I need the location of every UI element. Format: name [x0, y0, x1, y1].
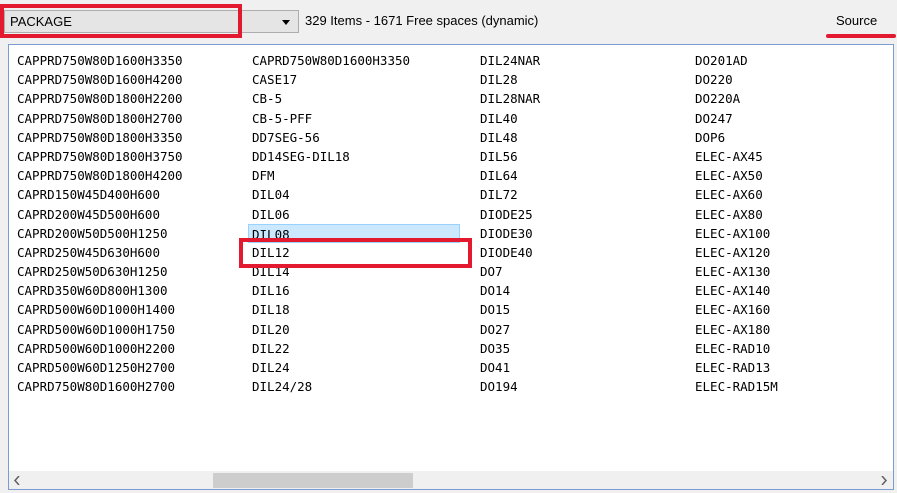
list-item[interactable]: DO194 [478, 377, 540, 396]
list-item[interactable]: CASE17 [250, 70, 460, 89]
list-item[interactable]: DO247 [693, 109, 778, 128]
list-item-selected[interactable]: DIL08 [248, 223, 460, 243]
category-dropdown-value: PACKAGE [10, 14, 72, 29]
list-item[interactable]: DIL56 [478, 147, 540, 166]
list-item[interactable]: DIL24 [250, 358, 460, 377]
list-item[interactable]: DIL18 [250, 300, 460, 319]
list-item[interactable]: DIL48 [478, 128, 540, 147]
source-underline-annotation [826, 34, 896, 38]
list-item[interactable]: CAPRD500W60D1000H1400 [15, 300, 183, 319]
list-item[interactable]: DIL64 [478, 166, 540, 185]
list-item[interactable]: DIODE25 [478, 205, 540, 224]
list-item[interactable]: ELEC-AX45 [693, 147, 778, 166]
source-button[interactable]: Source [836, 13, 877, 28]
list-item[interactable]: DIODE40 [478, 243, 540, 262]
list-item[interactable]: DIL04 [250, 185, 460, 204]
list-item[interactable]: CAPRD200W45D500H600 [15, 205, 183, 224]
list-item[interactable]: DIODE30 [478, 224, 540, 243]
list-item[interactable]: DO14 [478, 281, 540, 300]
list-item[interactable]: CAPRD750W80D1600H3350 [250, 51, 460, 70]
chevron-left-icon [14, 476, 20, 485]
list-item[interactable]: DIL22 [250, 339, 460, 358]
chevron-down-icon [282, 20, 290, 25]
list-item[interactable]: DIL14 [250, 262, 460, 281]
list-item[interactable]: DO27 [478, 320, 540, 339]
list-column-4: DO201AD DO220 DO220A DO247 DOP6 ELEC-AX45 ELEC… [693, 51, 778, 396]
list-item[interactable]: CAPPRD750W80D1800H2700 [15, 109, 183, 128]
list-item[interactable]: DO220 [693, 70, 778, 89]
list-item[interactable]: CB-5 [250, 89, 460, 108]
list-item[interactable]: CAPPRD750W80D1800H3750 [15, 147, 183, 166]
list-item[interactable]: ELEC-AX140 [693, 281, 778, 300]
list-item[interactable]: DFM [250, 166, 460, 185]
list-item[interactable]: CAPPRD750W80D1800H3350 [15, 128, 183, 147]
list-item[interactable]: CAPRD250W45D630H600 [15, 243, 183, 262]
list-item[interactable]: CAPPRD750W80D1600H4200 [15, 70, 183, 89]
list-item[interactable]: CAPPRD750W80D1800H2200 [15, 89, 183, 108]
scroll-left-button[interactable] [9, 472, 26, 489]
list-item[interactable]: ELEC-AX120 [693, 243, 778, 262]
list-item[interactable]: DIL28 [478, 70, 540, 89]
list-item[interactable]: DIL20 [250, 320, 460, 339]
list-item[interactable]: CAPRD500W60D1250H2700 [15, 358, 183, 377]
list-item[interactable]: ELEC-AX80 [693, 205, 778, 224]
list-item[interactable]: CAPRD250W50D630H1250 [15, 262, 183, 281]
list-item[interactable]: DIL40 [478, 109, 540, 128]
list-column-3: DIL24NAR DIL28 DIL28NAR DIL40 DIL48 DIL56 DIL6… [478, 51, 540, 396]
list-item[interactable]: DO220A [693, 89, 778, 108]
list-item[interactable]: DO35 [478, 339, 540, 358]
list-item[interactable]: ELEC-AX100 [693, 224, 778, 243]
list-item[interactable]: DIL06 [250, 205, 460, 224]
list-item[interactable]: CAPPRD750W80D1600H3350 [15, 51, 183, 70]
chevron-right-icon [881, 476, 888, 485]
horizontal-scrollbar[interactable] [9, 471, 893, 489]
list-item[interactable]: ELEC-AX180 [693, 320, 778, 339]
list-item[interactable]: DO201AD [693, 51, 778, 70]
list-column-2: CAPRD750W80D1600H3350 CASE17 CB-5 CB-5-PFF D… [248, 51, 460, 396]
list-item[interactable]: CAPRD350W60D800H1300 [15, 281, 183, 300]
list-item[interactable]: ELEC-RAD10 [693, 339, 778, 358]
list-item[interactable]: DD14SEG-DIL18 [250, 147, 460, 166]
list-column-1: CAPPRD750W80D1600H3350 CAPPRD750W80D1600H… [15, 51, 183, 396]
category-dropdown[interactable]: PACKAGE [4, 10, 299, 33]
list-item[interactable]: CB-5-PFF [250, 109, 460, 128]
list-item[interactable]: CAPPRD750W80D1800H4200 [15, 166, 183, 185]
scrollbar-thumb[interactable] [213, 473, 413, 488]
list-item[interactable]: ELEC-AX160 [693, 300, 778, 319]
list-item[interactable]: ELEC-RAD15M [693, 377, 778, 396]
scroll-right-button[interactable] [876, 472, 893, 489]
list-item[interactable]: CAPRD750W80D1600H2700 [15, 377, 183, 396]
list-item[interactable]: CAPRD500W60D1000H2200 [15, 339, 183, 358]
list-item[interactable]: DD7SEG-56 [250, 128, 460, 147]
toolbar: PACKAGE 329 Items - 1671 Free spaces (dy… [0, 0, 897, 44]
list-item[interactable]: DIL24/28 [250, 377, 460, 396]
list-item[interactable]: ELEC-AX50 [693, 166, 778, 185]
list-item[interactable]: CAPRD200W50D500H1250 [15, 224, 183, 243]
list-item[interactable]: DIL72 [478, 185, 540, 204]
list-item[interactable]: ELEC-RAD13 [693, 358, 778, 377]
list-item[interactable]: DIL28NAR [478, 89, 540, 108]
list-item[interactable]: ELEC-AX130 [693, 262, 778, 281]
package-list[interactable]: CAPPRD750W80D1600H3350 CAPPRD750W80D1600H… [8, 44, 894, 490]
list-item[interactable]: ELEC-AX60 [693, 185, 778, 204]
list-item[interactable]: CAPRD500W60D1000H1750 [15, 320, 183, 339]
list-item[interactable]: DO7 [478, 262, 540, 281]
list-item[interactable]: DIL12 [250, 243, 460, 262]
status-text: 329 Items - 1671 Free spaces (dynamic) [305, 13, 539, 28]
list-item[interactable]: DO15 [478, 300, 540, 319]
list-item[interactable]: DIL24NAR [478, 51, 540, 70]
list-item[interactable]: DO41 [478, 358, 540, 377]
list-item[interactable]: CAPRD150W45D400H600 [15, 185, 183, 204]
list-item[interactable]: DIL16 [250, 281, 460, 300]
list-item[interactable]: DOP6 [693, 128, 778, 147]
